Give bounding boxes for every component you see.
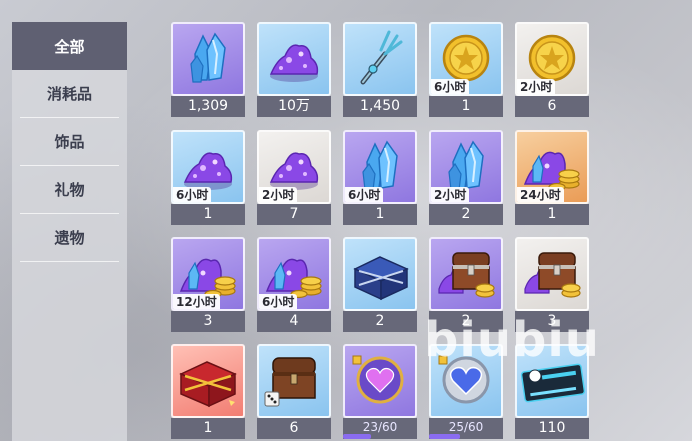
item-card [171, 344, 245, 418]
item-card [171, 22, 245, 96]
tab-all[interactable]: 全部 [12, 22, 127, 70]
item-count: 2 [429, 311, 503, 332]
heart-orb-item[interactable]: 23/60 [343, 344, 417, 439]
treasure-chest-item[interactable]: 3 [515, 237, 589, 332]
item-card [429, 344, 503, 418]
item-card: 6小时 [429, 22, 503, 96]
gold-coin-item[interactable]: 2小时 6 [515, 22, 589, 117]
item-card [515, 344, 589, 418]
red-gold-chest-icon [179, 361, 237, 408]
item-card [343, 22, 417, 96]
item-count: 3 [515, 311, 589, 332]
timer-badge: 2小时 [259, 187, 298, 202]
item-count: 1 [171, 418, 245, 439]
item-count: 2 [343, 311, 417, 332]
progress-bar: 25/60 [429, 418, 503, 439]
item-count: 1 [171, 204, 245, 225]
item-card [515, 237, 589, 311]
progress-fill [343, 434, 371, 439]
item-card: 12小时 [171, 237, 245, 311]
item-card [257, 344, 331, 418]
item-count: 1 [515, 204, 589, 225]
item-count: 6 [515, 96, 589, 117]
item-count: 110 [515, 418, 589, 439]
trident-key-icon [360, 30, 403, 85]
timer-badge: 6小时 [345, 187, 384, 202]
item-card: 2小时 [515, 22, 589, 96]
blue-crystal-icon [190, 32, 226, 83]
item-count: 1,309 [171, 96, 245, 117]
tab-relics[interactable]: 遗物 [20, 214, 119, 262]
blue-crystal-item[interactable]: 6小时 1 [343, 130, 417, 225]
blue-crystal-item[interactable]: 2小时 2 [429, 130, 503, 225]
item-card: 6小时 [171, 130, 245, 204]
crystal-coin-bundle-item[interactable]: 6小时 4 [257, 237, 331, 332]
tab-consumables[interactable]: 消耗品 [20, 70, 119, 118]
item-count: 6 [257, 418, 331, 439]
trident-key-item[interactable]: 1,450 [343, 22, 417, 117]
red-gold-chest-item[interactable]: 1 [171, 344, 245, 439]
progress-label: 23/60 [362, 420, 398, 434]
wooden-chest-dice-icon [264, 357, 316, 407]
treasure-chest-icon [524, 252, 581, 298]
item-count: 1,450 [343, 96, 417, 117]
item-card: 24小时 [515, 130, 589, 204]
treasure-chest-icon [438, 252, 495, 298]
item-card: 6小时 [257, 237, 331, 311]
item-count: 4 [257, 311, 331, 332]
blue-crystal-item[interactable]: 1,309 [171, 22, 245, 117]
item-card [343, 237, 417, 311]
purple-crystal-pile-item[interactable]: 6小时 1 [171, 130, 245, 225]
crystal-coin-bundle-item[interactable]: 12小时 3 [171, 237, 245, 332]
heart-gem-puzzle-icon [438, 355, 490, 404]
tab-gifts[interactable]: 礼物 [20, 166, 119, 214]
timer-badge: 2小时 [431, 187, 470, 202]
purple-crystal-pile-icon [269, 44, 319, 82]
timer-badge: 12小时 [173, 294, 220, 309]
timer-badge: 2小时 [517, 79, 556, 94]
item-count: 2 [429, 204, 503, 225]
tab-accessories[interactable]: 饰品 [20, 118, 119, 166]
progress-label: 25/60 [448, 420, 484, 434]
item-card [429, 237, 503, 311]
wooden-chest-dice-item[interactable]: 6 [257, 344, 331, 439]
item-card [343, 344, 417, 418]
blue-chest-item[interactable]: 2 [343, 237, 417, 332]
treasure-chest-item[interactable]: 2 [429, 237, 503, 332]
ticket-icon [520, 363, 586, 403]
category-sidebar: 全部 消耗品 饰品 礼物 遗物 [12, 22, 127, 441]
timer-badge: 6小时 [431, 79, 470, 94]
item-card: 2小时 [429, 130, 503, 204]
item-count: 1 [343, 204, 417, 225]
progress-bar: 23/60 [343, 418, 417, 439]
heart-gem-puzzle-item[interactable]: 25/60 [429, 344, 503, 439]
ticket-item[interactable]: 110 [515, 344, 589, 439]
progress-fill [429, 434, 460, 439]
gold-coin-item[interactable]: 6小时 1 [429, 22, 503, 117]
item-count: 7 [257, 204, 331, 225]
blue-chest-icon [353, 256, 409, 301]
item-card: 6小时 [343, 130, 417, 204]
item-card [257, 22, 331, 96]
item-count: 1 [429, 96, 503, 117]
purple-crystal-pile-item[interactable]: 2小时 7 [257, 130, 331, 225]
timer-badge: 24小时 [517, 187, 564, 202]
item-count: 10万 [257, 96, 331, 117]
timer-badge: 6小时 [173, 187, 212, 202]
crystal-coin-bundle-item[interactable]: 24小时 1 [515, 130, 589, 225]
heart-orb-icon [352, 355, 404, 404]
item-card: 2小时 [257, 130, 331, 204]
purple-crystal-pile-item[interactable]: 10万 [257, 22, 331, 117]
item-count: 3 [171, 311, 245, 332]
timer-badge: 6小时 [259, 294, 298, 309]
